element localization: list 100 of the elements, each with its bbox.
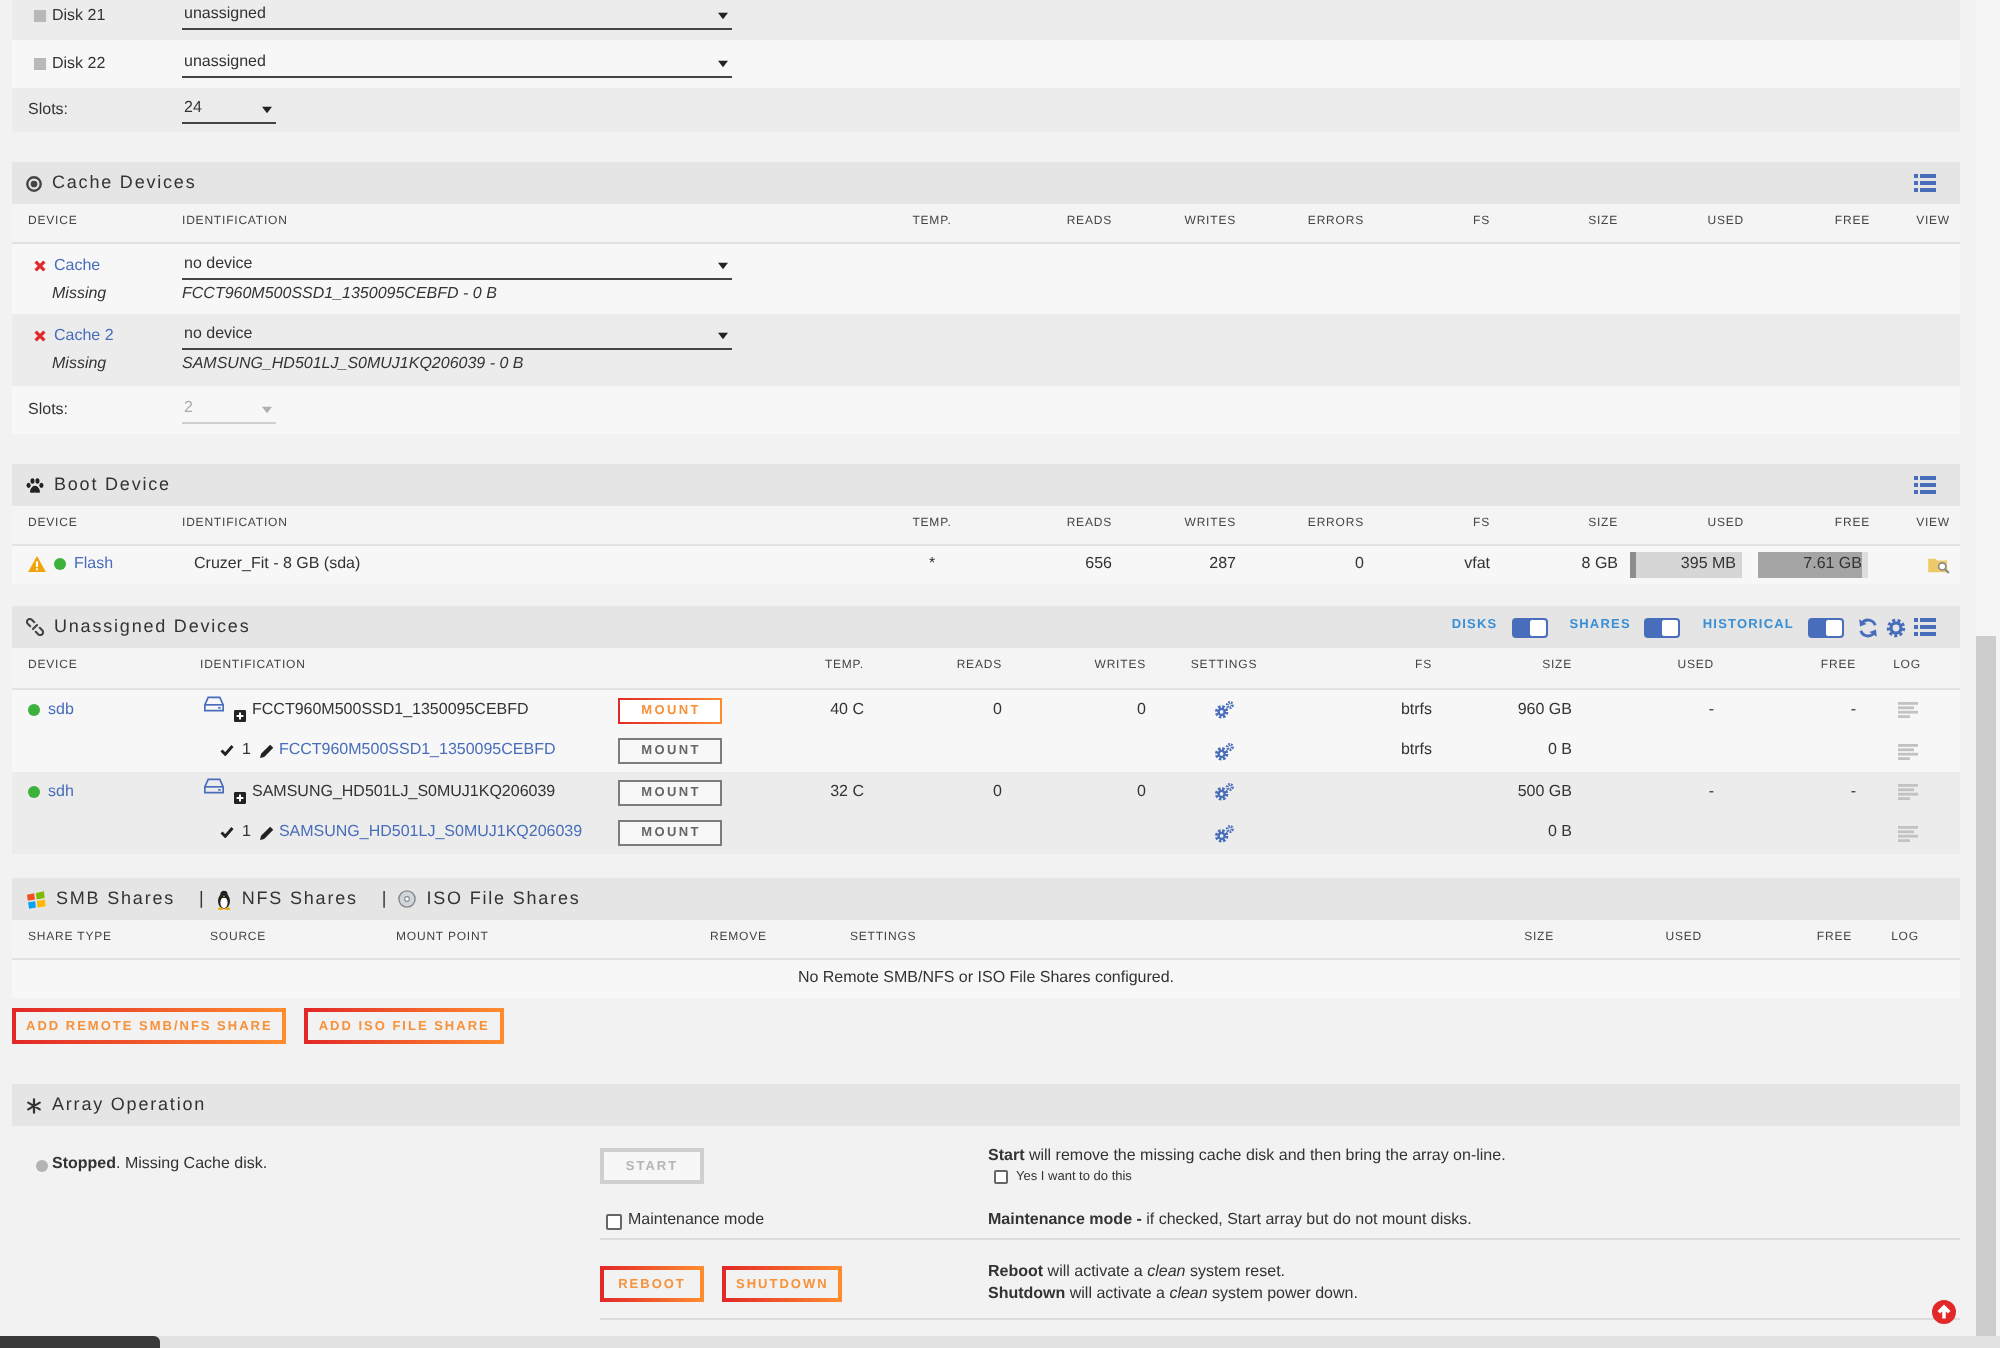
list-icon[interactable] xyxy=(1914,618,1936,636)
size-value: 8 GB xyxy=(1581,554,1618,576)
scrollbar-thumb[interactable] xyxy=(0,1336,160,1348)
gears-icon[interactable] xyxy=(1214,782,1234,802)
reads-value: 656 xyxy=(1085,554,1112,576)
caret-icon xyxy=(262,405,272,413)
start-description: Start will remove the missing cache disk and then bring the array on-line. xyxy=(988,1144,1508,1166)
device-link[interactable]: Flash xyxy=(74,554,114,576)
slots-select[interactable]: 24 xyxy=(182,96,276,124)
device-link[interactable]: Cache 2 xyxy=(54,325,114,347)
panel-title: SMB Shares xyxy=(56,887,176,911)
toggle-switch[interactable] xyxy=(1808,617,1844,637)
device-select[interactable]: no device xyxy=(182,322,732,350)
filesystem-value: btrfs xyxy=(1400,699,1432,721)
scrollbar-thumb[interactable] xyxy=(1976,636,1996,1336)
caret-icon xyxy=(718,59,728,67)
partition-number: 1 xyxy=(242,822,251,844)
device-link[interactable]: sdb xyxy=(48,699,74,721)
panel-title: Array Operation xyxy=(52,1093,207,1117)
size-value: 960 GB xyxy=(1517,699,1572,721)
toggle-switch[interactable] xyxy=(1511,617,1548,637)
free-value: - xyxy=(1850,781,1856,803)
disk-name: Disk 22 xyxy=(52,53,106,75)
disk-select[interactable]: unassigned xyxy=(182,50,732,78)
reads-value: 0 xyxy=(993,781,1002,803)
meter-value: 395 MB xyxy=(1680,554,1738,576)
filesystem-value: vfat xyxy=(1464,554,1490,576)
device-status: Missing xyxy=(50,354,107,374)
folder-search-icon[interactable] xyxy=(1928,556,1950,574)
device-identification: SAMSUNG_HD501LJ_S0MUJ1KQ206039 xyxy=(252,781,556,803)
device-status: Missing xyxy=(50,284,107,304)
free-value: - xyxy=(1850,699,1856,721)
temperature-value: 32 C xyxy=(830,781,864,803)
caret-icon xyxy=(718,11,728,19)
used-value: - xyxy=(1708,781,1714,803)
caret-icon xyxy=(262,105,272,113)
disk-select[interactable]: unassigned xyxy=(182,2,732,30)
flag-icon xyxy=(26,889,46,909)
check-icon xyxy=(220,744,234,757)
used-value: - xyxy=(1708,699,1714,721)
temperature-value: * xyxy=(928,554,936,576)
snowflake-icon xyxy=(26,1097,42,1113)
drive-icon xyxy=(204,778,224,794)
partition-number: 1 xyxy=(242,740,251,762)
chain-link-icon xyxy=(26,618,44,636)
device-identification: FCCT960M500SSD1_1350095CEBFD xyxy=(252,699,529,721)
panel-title: ISO File Shares xyxy=(426,887,581,911)
plus-square-icon[interactable] xyxy=(234,792,246,804)
slots-label: Slots: xyxy=(28,99,71,121)
writes-value: 0 xyxy=(1137,699,1146,721)
check-icon xyxy=(220,826,234,839)
record-icon xyxy=(26,175,42,191)
gears-icon[interactable] xyxy=(1214,741,1234,761)
device-identification: Cruzer_Fit - 8 GB (sda) xyxy=(192,554,363,576)
maintenance-description: Maintenance mode - if checked, Start array but do not mount disks. xyxy=(988,1210,1472,1232)
size-value: 0 B xyxy=(1547,822,1572,844)
power-description: Shutdown will activate a clean system power down. xyxy=(988,1282,1360,1304)
writes-value: 0 xyxy=(1137,781,1146,803)
filesystem-value: btrfs xyxy=(1400,740,1432,762)
pencil-icon[interactable] xyxy=(260,825,275,840)
previous-device: FCCT960M500SSD1_1350095CEBFD - 0 B xyxy=(182,284,497,304)
device-select[interactable]: no device xyxy=(182,252,732,280)
power-description: Reboot will activate a clean system reset. xyxy=(988,1260,1288,1282)
pencil-icon[interactable] xyxy=(260,743,275,758)
heading-separator: | xyxy=(381,887,387,911)
list-icon[interactable] xyxy=(1914,174,1936,192)
checkbox-label: Maintenance mode xyxy=(628,1210,765,1232)
penguin-icon xyxy=(215,889,232,909)
gears-icon[interactable] xyxy=(1214,700,1234,720)
plus-square-icon[interactable] xyxy=(234,710,246,722)
errors-value: 0 xyxy=(1355,554,1364,576)
panel-title: Cache Devices xyxy=(52,171,197,195)
status-square-icon xyxy=(34,9,46,22)
array-status: Stopped. Missing Cache disk. xyxy=(52,1154,268,1176)
disk-name: Disk 21 xyxy=(52,5,106,27)
device-link[interactable]: Cache xyxy=(54,255,101,277)
paw-icon xyxy=(26,477,44,493)
caret-icon xyxy=(718,261,728,269)
status-square-icon xyxy=(34,57,46,70)
partition-link[interactable]: SAMSUNG_HD501LJ_S0MUJ1KQ206039 xyxy=(278,822,583,844)
drive-icon xyxy=(204,696,224,712)
partition-link[interactable]: FCCT960M500SSD1_1350095CEBFD xyxy=(278,740,556,762)
arrow-up-icon[interactable] xyxy=(1932,1300,1956,1324)
list-icon[interactable] xyxy=(1914,476,1936,494)
temperature-value: 40 C xyxy=(830,699,864,721)
writes-value: 287 xyxy=(1209,554,1236,576)
panel-title: Boot Device xyxy=(54,473,171,497)
caret-icon xyxy=(718,331,728,339)
toggle-switch[interactable] xyxy=(1644,617,1681,637)
disc-icon xyxy=(398,890,417,908)
slots-label: Slots: xyxy=(28,399,71,421)
device-link[interactable]: sdh xyxy=(48,781,74,803)
checkbox[interactable] xyxy=(606,1213,622,1229)
settings-icon[interactable] xyxy=(1886,617,1906,637)
panel-title: Unassigned Devices xyxy=(54,615,251,639)
panel-title: NFS Shares xyxy=(241,887,358,911)
refresh-icon[interactable] xyxy=(1858,617,1878,637)
previous-device: SAMSUNG_HD501LJ_S0MUJ1KQ206039 - 0 B xyxy=(182,354,524,374)
gears-icon[interactable] xyxy=(1214,823,1234,843)
size-value: 500 GB xyxy=(1517,781,1572,803)
